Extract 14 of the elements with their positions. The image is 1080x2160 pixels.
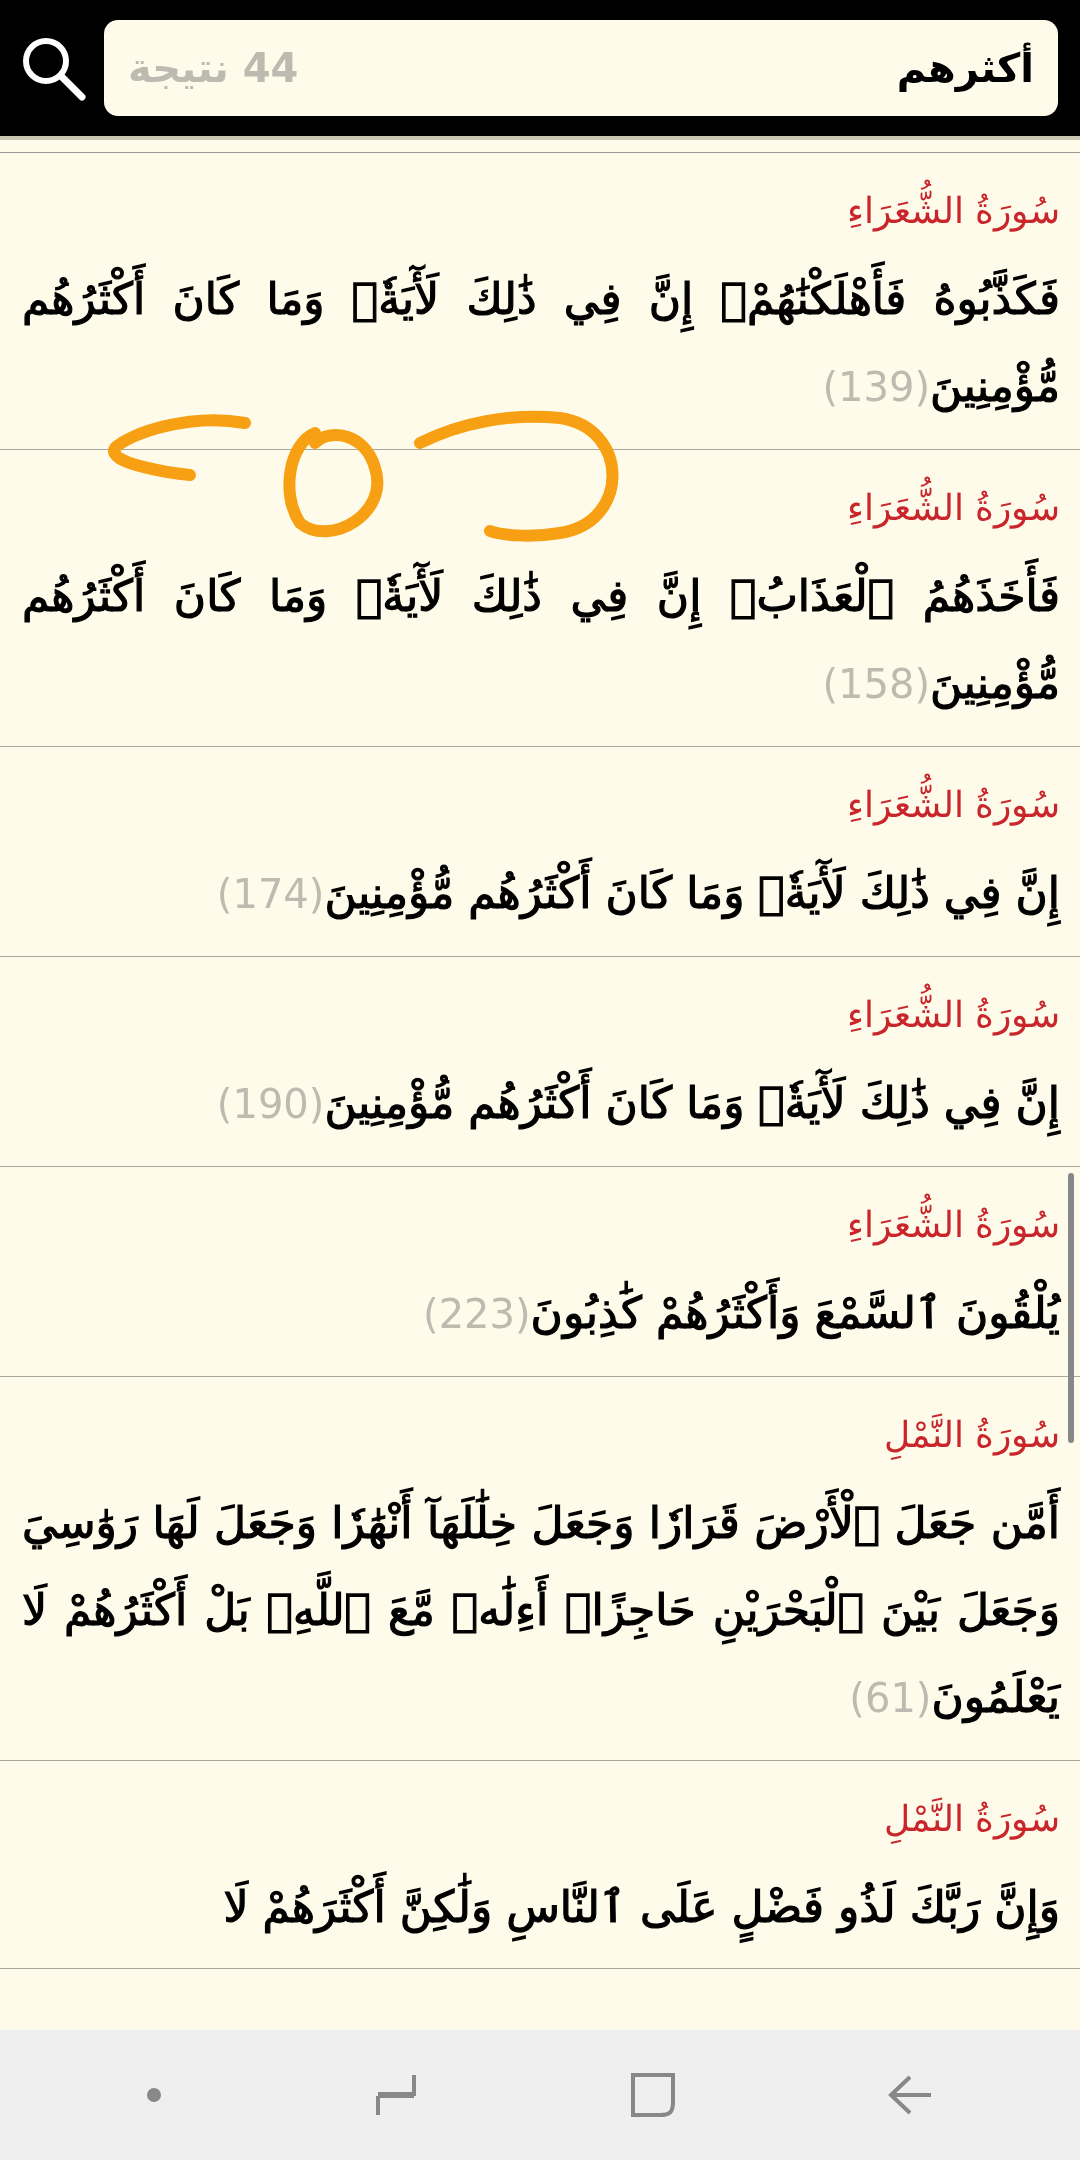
surah-title: سُورَةُ الشُّعَرَاءِ [22, 1189, 1060, 1261]
dot-icon[interactable] [146, 2087, 162, 2103]
surah-title: سُورَةُ الشُّعَرَاءِ [22, 472, 1060, 544]
scroll-bar[interactable] [1068, 1173, 1074, 1443]
surah-title: سُورَةُ الشُّعَرَاءِ [22, 979, 1060, 1051]
search-field[interactable]: أكثرهم 44 نتيجة [104, 20, 1058, 116]
surah-title: سُورَةُ النَّمْلِ [22, 1783, 1060, 1855]
surah-title: سُورَةُ النَّمْلِ [22, 1399, 1060, 1471]
surah-title: سُورَةُ الشُّعَرَاءِ [22, 769, 1060, 841]
surah-title: سُورَةُ الشُّعَرَاءِ [22, 175, 1060, 247]
verse-text: وَإِنَّ رَبَّكَ لَذُو فَضْلٍ عَلَى ٱلنَّاسِ وَلَٰكِنَّ أَكْثَرَهُمْ لَا [22, 1863, 1060, 1950]
back-icon[interactable] [888, 2074, 934, 2116]
home-icon[interactable] [630, 2072, 676, 2118]
recent-apps-icon[interactable] [374, 2072, 418, 2118]
